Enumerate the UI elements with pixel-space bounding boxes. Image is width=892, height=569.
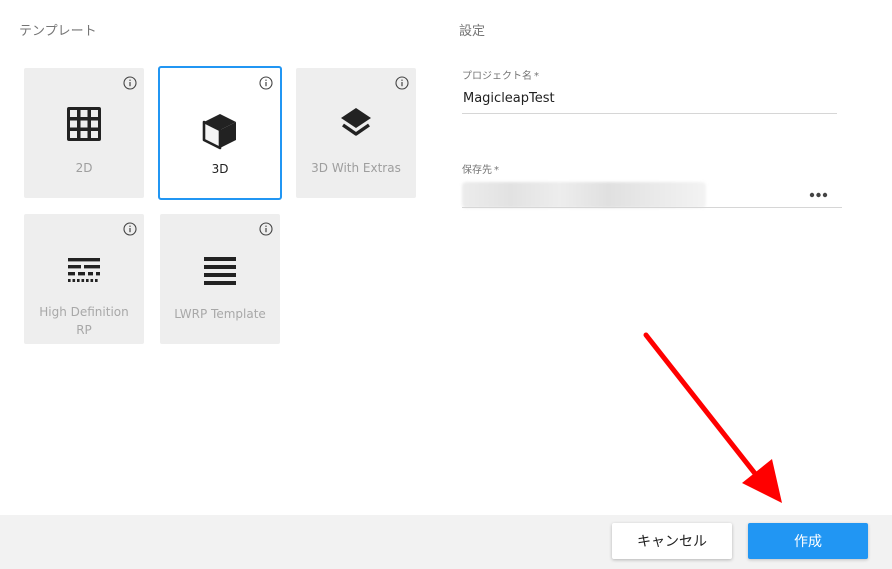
template-card-3d-with-extras[interactable]: 3D With Extras — [296, 68, 416, 198]
annotation-arrow-icon — [643, 332, 782, 503]
cube-icon — [202, 114, 236, 150]
info-icon[interactable] — [259, 222, 273, 236]
info-icon[interactable] — [395, 76, 409, 90]
template-card-3d[interactable]: 3D — [158, 66, 282, 200]
template-label: 2D — [75, 161, 93, 175]
location-input[interactable] — [462, 182, 706, 208]
template-card-lwrp[interactable]: LWRP Template — [160, 214, 280, 344]
info-icon[interactable] — [259, 76, 273, 90]
settings-title: 設定 — [459, 24, 486, 39]
info-icon[interactable] — [123, 76, 137, 90]
template-label: LWRP Template — [174, 307, 266, 321]
cancel-button[interactable]: キャンセル — [612, 523, 732, 559]
project-name-underline — [462, 113, 837, 114]
layers-icon — [341, 108, 371, 136]
project-name-input[interactable]: MagicleapTest — [463, 91, 555, 106]
template-card-hdrp[interactable]: High Definition RP — [24, 214, 144, 344]
info-icon[interactable] — [123, 222, 137, 236]
template-label: 3D With Extras — [311, 161, 401, 175]
lwrp-icon — [204, 257, 236, 285]
location-underline — [462, 207, 842, 208]
hdrp-icon — [68, 258, 100, 282]
template-card-2d[interactable]: 2D — [24, 68, 144, 198]
template-label-line1: High Definition — [39, 305, 129, 319]
template-label-line2: RP — [76, 323, 92, 337]
more-dots-icon[interactable] — [806, 188, 830, 202]
grid-icon — [67, 107, 101, 141]
create-button[interactable]: 作成 — [748, 523, 868, 559]
templates-title: テンプレート — [19, 24, 97, 39]
project-name-label: プロジェクト名 * — [462, 71, 539, 82]
template-label: 3D — [211, 162, 229, 176]
create-project-dialog: テンプレート 2D 3D 3D With Extras High Definit… — [0, 0, 892, 569]
location-label: 保存先 * — [462, 165, 499, 176]
